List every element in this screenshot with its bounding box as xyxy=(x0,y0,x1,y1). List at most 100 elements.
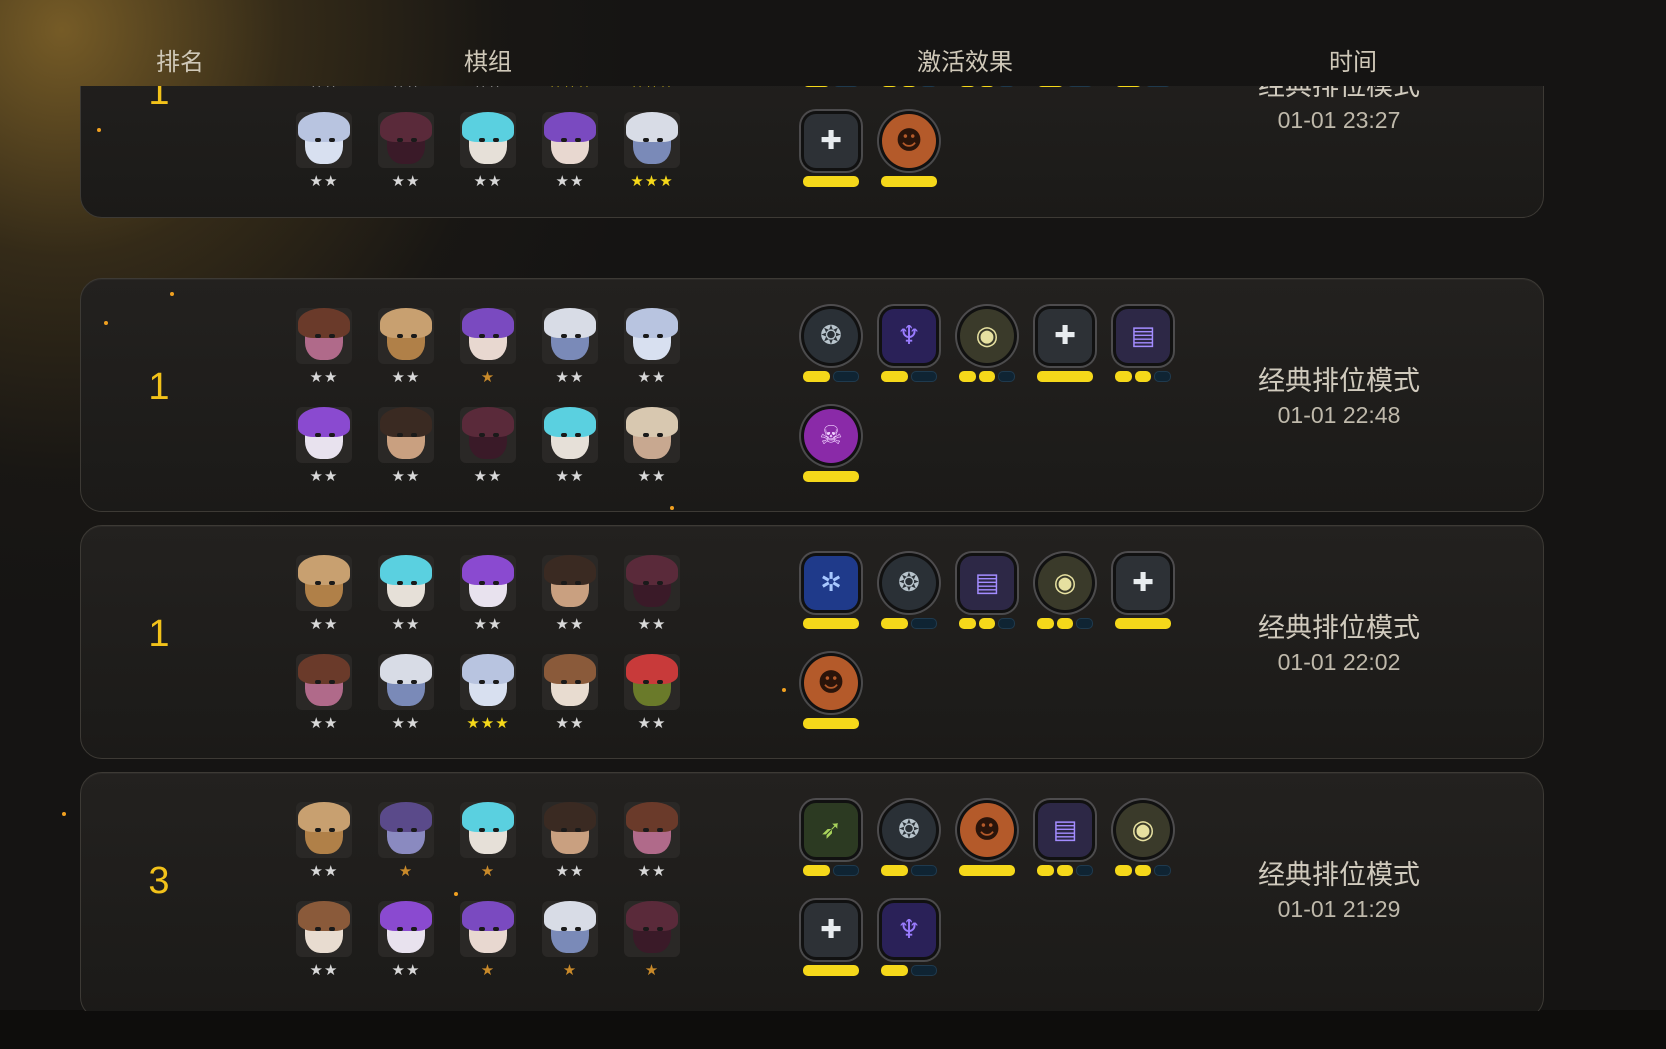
trait-item[interactable]: ➶ xyxy=(801,86,861,94)
bow-icon: ➶ xyxy=(804,803,858,857)
unit-slot[interactable]: ★ xyxy=(458,802,518,882)
trait-item[interactable]: ❂ xyxy=(801,309,861,389)
unit-slot[interactable]: ★★ xyxy=(294,112,354,192)
pink-helmet-warrior-icon xyxy=(296,308,352,364)
unit-slot[interactable]: ★★ xyxy=(376,654,436,734)
trait-item[interactable]: ❂ xyxy=(1035,86,1095,94)
unit-slot[interactable]: ★★ xyxy=(458,555,518,635)
unit-slot[interactable]: ★★ xyxy=(622,555,682,635)
unit-slot[interactable]: ★★ xyxy=(294,407,354,487)
unit-slot[interactable]: ★ xyxy=(376,802,436,882)
unit-star-level: ★ xyxy=(480,862,496,880)
trait-item[interactable]: ✚ xyxy=(801,903,861,983)
unit-slot[interactable]: ★ xyxy=(458,901,518,981)
unit-slot[interactable]: ★★ xyxy=(540,654,600,734)
demon-skull-icon: ☠ xyxy=(804,409,858,463)
unit-slot[interactable]: ★★★ xyxy=(622,112,682,192)
trait-item[interactable]: ❂ xyxy=(879,803,939,883)
long-hair-hero-icon xyxy=(542,802,598,858)
trait-item[interactable]: ☻ xyxy=(957,803,1017,883)
unit-slot[interactable]: ★★ xyxy=(294,86,354,93)
unit-slot[interactable]: ★★ xyxy=(540,802,600,882)
ambient-spark xyxy=(454,892,458,896)
unit-slot[interactable]: ★★★ xyxy=(458,654,518,734)
game-mode-label: 经典排位模式 xyxy=(1258,860,1420,891)
trait-level-pips xyxy=(881,371,937,382)
unit-star-level: ★★ xyxy=(309,961,339,979)
horned-sheep-icon xyxy=(542,407,598,463)
unit-slot[interactable]: ★★ xyxy=(376,86,436,93)
trait-item[interactable]: ☻ xyxy=(801,656,861,736)
unit-slot[interactable]: ★★ xyxy=(622,407,682,487)
unit-star-level: ★★ xyxy=(391,368,421,386)
unit-star-level: ★★ xyxy=(391,467,421,485)
match-row[interactable]: 3 ★★ ★ ★ ★★ ★★ ★★ ★★ ★ ★ ★ ➶ ❂ ☻ ▤ ◉ ✚ ♆ 经典排位模式 01-01 21:29 xyxy=(80,772,1544,1011)
unit-slot[interactable]: ★★ xyxy=(458,112,518,192)
trait-item[interactable]: ◉ xyxy=(1113,803,1173,883)
trait-item[interactable]: ✚ xyxy=(1035,309,1095,389)
unit-slot[interactable]: ★★ xyxy=(294,901,354,981)
match-rank: 1 xyxy=(148,86,170,113)
trait-item[interactable]: ➶ xyxy=(801,803,861,883)
unit-slot[interactable]: ★★ xyxy=(540,308,600,388)
trait-item[interactable]: ☻ xyxy=(879,114,939,194)
unit-slot[interactable]: ★★ xyxy=(376,555,436,635)
trait-item[interactable]: ✚ xyxy=(1113,556,1173,636)
match-row[interactable]: 1 ★★ ★★ ★★ ★★ ★★ ★★ ★★ ★★★ ★★ ★★ ✲ ❂ ▤ ◉ ✚ ☻ 经典排位模式 01-01 … xyxy=(80,525,1544,759)
unit-star-level: ★★ xyxy=(555,467,585,485)
unit-slot[interactable]: ★★ xyxy=(458,86,518,93)
unit-star-level: ★★ xyxy=(309,172,339,190)
trait-item[interactable]: ♆ xyxy=(879,903,939,983)
unit-slot[interactable]: ★ xyxy=(540,901,600,981)
unit-star-level: ★★ xyxy=(555,862,585,880)
unit-slot[interactable]: ★★ xyxy=(622,654,682,734)
unit-slot[interactable]: ★★★ xyxy=(622,86,682,93)
unit-slot[interactable]: ★★ xyxy=(376,308,436,388)
unit-slot[interactable]: ★★ xyxy=(540,555,600,635)
match-history-list[interactable]: 1★★★★★★★★★★★★★★★★★★★★★★★➶◉▤❂♆✚☻经典排位模式01-… xyxy=(0,86,1666,1011)
unit-slot[interactable]: ★★ xyxy=(294,654,354,734)
unit-star-level: ★★ xyxy=(637,467,667,485)
trait-item[interactable]: ▤ xyxy=(957,556,1017,636)
trait-item[interactable]: ▤ xyxy=(1035,803,1095,883)
unit-slot[interactable]: ★★ xyxy=(458,407,518,487)
trait-item[interactable]: ☠ xyxy=(801,409,861,489)
unit-slot[interactable]: ★★ xyxy=(376,407,436,487)
trait-item[interactable]: ✲ xyxy=(801,556,861,636)
trait-item[interactable]: ✚ xyxy=(801,114,861,194)
unit-slot[interactable]: ★ xyxy=(622,901,682,981)
trait-item[interactable]: ◉ xyxy=(957,309,1017,389)
unit-slot[interactable]: ★★ xyxy=(294,802,354,882)
unit-star-level: ★★ xyxy=(555,714,585,732)
trait-item[interactable]: ♆ xyxy=(879,309,939,389)
purple-hair-girl-icon xyxy=(460,555,516,611)
unit-slot[interactable]: ★★ xyxy=(622,802,682,882)
trait-item[interactable]: ◉ xyxy=(1035,556,1095,636)
trait-item[interactable]: ▤ xyxy=(957,86,1017,94)
pale-ghost-icon xyxy=(296,112,352,168)
unit-star-level: ★★ xyxy=(637,714,667,732)
unit-slot[interactable]: ★★ xyxy=(622,308,682,388)
unit-slot[interactable]: ★★ xyxy=(540,407,600,487)
match-row[interactable]: 1★★★★★★★★★★★★★★★★★★★★★★★➶◉▤❂♆✚☻经典排位模式01-… xyxy=(80,86,1544,218)
match-rank: 3 xyxy=(148,860,170,902)
trait-level-pips xyxy=(1037,865,1094,876)
trait-item[interactable]: ❂ xyxy=(879,556,939,636)
match-row[interactable]: 1 ★★ ★★ ★ ★★ ★★ ★★ ★★ ★★ ★★ ★★ ❂ ♆ ◉ ✚ ▤ ☠ 经典排位模式 01-01 22… xyxy=(80,278,1544,512)
unit-slot[interactable]: ★★ xyxy=(540,112,600,192)
unit-slot[interactable]: ★★ xyxy=(294,555,354,635)
match-timestamp: 01-01 23:27 xyxy=(1277,107,1401,133)
trait-item[interactable]: ◉ xyxy=(879,86,939,94)
unit-star-level: ★★ xyxy=(309,862,339,880)
unit-slot[interactable]: ★★ xyxy=(376,112,436,192)
trait-item[interactable]: ♆ xyxy=(1113,86,1173,94)
unit-slot[interactable]: ★★ xyxy=(376,901,436,981)
unit-slot[interactable]: ★ xyxy=(458,308,518,388)
trait-item[interactable]: ▤ xyxy=(1113,309,1173,389)
unit-slot[interactable]: ★★ xyxy=(294,308,354,388)
unit-slot[interactable]: ★★★ xyxy=(540,86,600,93)
purple-hair-girl-icon xyxy=(296,407,352,463)
match-time-info: 经典排位模式 01-01 21:29 xyxy=(1239,853,1439,923)
ambient-spark xyxy=(670,506,674,510)
pale-ghost-icon xyxy=(624,308,680,364)
